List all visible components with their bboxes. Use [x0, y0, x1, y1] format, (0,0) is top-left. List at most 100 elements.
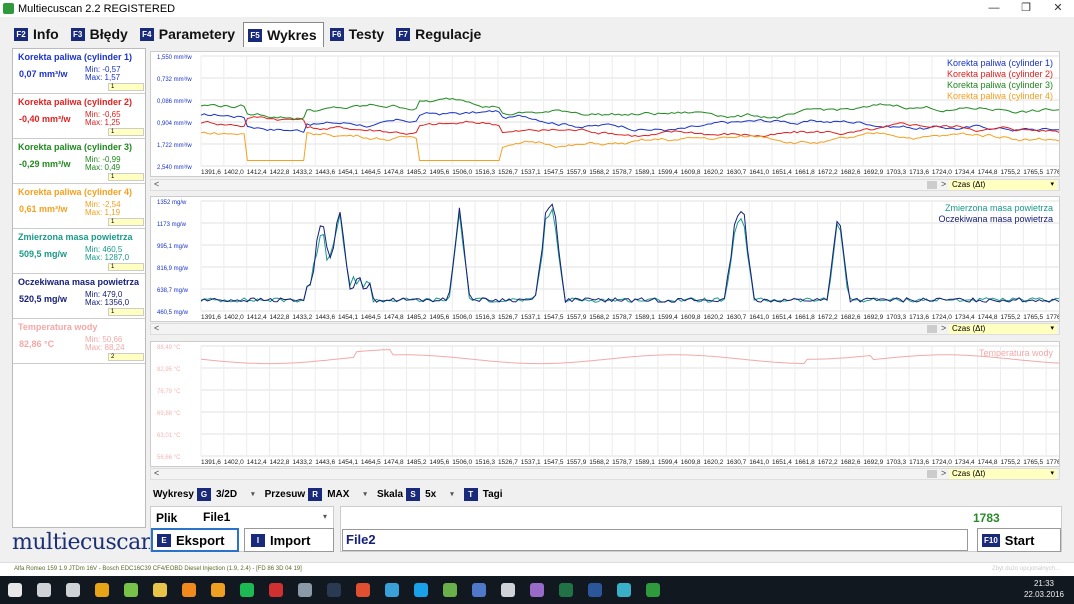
tagi-toggle[interactable]: Tagi	[483, 489, 503, 500]
tab-testy[interactable]: F6 Testy	[326, 22, 391, 46]
taskbar-spotify-icon[interactable]	[232, 576, 261, 604]
app-icon	[355, 583, 370, 597]
eksport-button[interactable]: E Eksport	[151, 528, 239, 552]
taskbar-tool-icon[interactable]	[290, 576, 319, 604]
file-select[interactable]: File1	[202, 510, 334, 526]
axis-select[interactable]: 1	[108, 128, 144, 136]
taskbar-photo-icon[interactable]	[609, 576, 638, 604]
sensor-item[interactable]: Korekta paliwa (cylinder 3) -0,29 mm³/w Mi…	[13, 139, 145, 184]
chart-scrollbar[interactable]: < > Czas (Δt)	[150, 468, 1060, 480]
taskbar-word-icon[interactable]	[580, 576, 609, 604]
sensor-name: Korekta paliwa (cylinder 1)	[18, 52, 133, 62]
file2-field[interactable]: File2	[342, 529, 968, 551]
x-tick-label: 1744,8	[978, 169, 998, 176]
maximize-button[interactable]: ❐	[1010, 0, 1042, 17]
axis-select[interactable]: 1	[108, 173, 144, 181]
sensor-value: -0,29 mm³/w	[19, 159, 71, 169]
sensor-item[interactable]: Oczekiwana masa powietrza 520,5 mg/w Min: …	[13, 274, 145, 319]
taskbar-app-icon[interactable]	[348, 576, 377, 604]
chevron-down-icon[interactable]: ▾	[450, 490, 454, 498]
x-tick-label: 1412,4	[247, 169, 267, 176]
taskbar-photos-icon[interactable]	[464, 576, 493, 604]
tab-info[interactable]: F2 Info	[10, 22, 65, 46]
skala-label: Skala	[376, 488, 404, 500]
x-tick-label: 1526,7	[498, 314, 518, 321]
x-tick-label: 1537,1	[521, 169, 541, 176]
x-tick-label: 1641,0	[749, 314, 769, 321]
scroll-thumb[interactable]	[927, 181, 937, 189]
chevron-down-icon[interactable]: ▾	[251, 490, 255, 498]
taskbar-search-icon[interactable]	[29, 576, 58, 604]
sensor-item[interactable]: Korekta paliwa (cylinder 1) 0,07 mm³/w Min…	[13, 49, 145, 94]
scroll-right-icon[interactable]: >	[941, 468, 946, 478]
sensor-value: 0,07 mm³/w	[19, 69, 68, 79]
x-tick-label: 1547,5	[544, 459, 564, 466]
sensor-item[interactable]: Temperatura wody 82,86 °C Min: 50,66 Max: 8…	[13, 319, 145, 364]
skala-select[interactable]: 5x	[425, 489, 436, 500]
sensor-item[interactable]: Zmierzona masa powietrza 509,5 mg/w Min: 4…	[13, 229, 145, 274]
sensor-item[interactable]: Korekta paliwa (cylinder 4) 0,61 mm³/w Min…	[13, 184, 145, 229]
chart-svg: 88,49 °C 82,95 °C 76,79 °C 69,88 °C 63,01 °C…	[157, 345, 1059, 466]
legend-entry: Zmierzona masa powietrza	[945, 203, 1053, 213]
tab-regulacje[interactable]: F7 Regulacje	[392, 22, 487, 46]
scroll-left-icon[interactable]: <	[154, 323, 159, 333]
taskbar-windows-icon[interactable]	[0, 576, 29, 604]
tab-bledy[interactable]: F3 Błędy	[67, 22, 134, 46]
taskbar-chrome-icon[interactable]	[87, 576, 116, 604]
axis-select[interactable]: 1	[108, 308, 144, 316]
taskbar-maps-icon[interactable]	[377, 576, 406, 604]
y-tick-label: 82,95 °C	[157, 367, 181, 373]
scroll-thumb[interactable]	[927, 325, 937, 333]
scroll-thumb[interactable]	[927, 470, 937, 478]
taskbar-explorer-icon[interactable]	[145, 576, 174, 604]
y-tick-label: 638,7 mg/w	[157, 288, 189, 294]
time-selector[interactable]: Czas (Δt)	[949, 324, 1057, 334]
logo: multiecuscan	[12, 530, 155, 555]
close-button[interactable]: ✕	[1042, 0, 1074, 17]
tool-icon	[297, 583, 312, 597]
taskbar-utorrent-icon[interactable]	[116, 576, 145, 604]
taskbar-task-view-icon[interactable]	[58, 576, 87, 604]
taskbar-vlc-icon[interactable]	[174, 576, 203, 604]
tab-parametery[interactable]: F4 Parametery	[136, 22, 241, 46]
wykresy-select[interactable]: 3/2D	[216, 489, 237, 500]
y-tick-label: 995,1 mg/w	[157, 244, 189, 250]
przesuw-select[interactable]: MAX	[327, 489, 349, 500]
tab-wykres[interactable]: F5 Wykres	[243, 22, 324, 47]
taskbar-multiecuscan-icon[interactable]	[638, 576, 667, 604]
taskbar-excel-icon[interactable]	[551, 576, 580, 604]
scroll-left-icon[interactable]: <	[154, 468, 159, 478]
taskbar-flash-icon[interactable]	[261, 576, 290, 604]
axis-select[interactable]: 1	[108, 263, 144, 271]
scroll-right-icon[interactable]: >	[941, 323, 946, 333]
time-selector[interactable]: Czas (Δt)	[949, 469, 1057, 479]
chart-scrollbar[interactable]: < > Czas (Δt)	[150, 323, 1060, 335]
taskbar-app2-icon[interactable]	[522, 576, 551, 604]
taskbar-paint-icon[interactable]	[435, 576, 464, 604]
scroll-left-icon[interactable]: <	[154, 179, 159, 189]
axis-select[interactable]: 1	[108, 218, 144, 226]
tab-key: F4	[139, 27, 154, 41]
tab-key: F7	[396, 27, 411, 41]
sensor-value: 509,5 mg/w	[19, 249, 68, 259]
axis-select[interactable]: 1	[108, 83, 144, 91]
scroll-right-icon[interactable]: >	[941, 179, 946, 189]
taskbar-skype-icon[interactable]	[406, 576, 435, 604]
x-tick-label: 1485,2	[407, 169, 427, 176]
clock[interactable]: 21:33 22.03.2016	[1024, 578, 1064, 600]
chart-scrollbar[interactable]: < > Czas (Δt)	[150, 179, 1060, 191]
time-selector[interactable]: Czas (Δt)	[949, 180, 1057, 190]
sensor-item[interactable]: Korekta paliwa (cylinder 2) -0,40 mm³/w Mi…	[13, 94, 145, 139]
taskbar-avast-icon[interactable]	[203, 576, 232, 604]
x-tick-label: 1433,2	[292, 169, 312, 176]
taskbar-settings-icon[interactable]	[493, 576, 522, 604]
taskbar-steam-icon[interactable]	[319, 576, 348, 604]
chevron-down-icon[interactable]: ▾	[323, 512, 327, 521]
minimize-button[interactable]: —	[978, 0, 1010, 17]
chevron-down-icon[interactable]: ▾	[363, 490, 367, 498]
import-button[interactable]: I Import	[244, 528, 334, 552]
sensor-max: Max: 0,49	[85, 163, 121, 172]
chart-controls: Wykresy G 3/2D ▾ Przesuw R MAX ▾ Skala S…	[153, 487, 506, 501]
start-button[interactable]: F10 Start	[977, 528, 1061, 552]
axis-select[interactable]: 2	[108, 353, 144, 361]
